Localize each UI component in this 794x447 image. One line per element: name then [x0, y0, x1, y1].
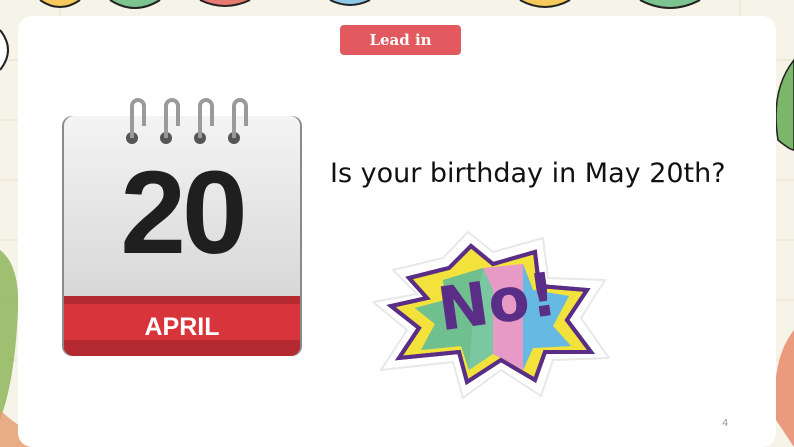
lead-in-badge: Lead in	[340, 25, 461, 55]
page-number: 4	[722, 418, 729, 429]
calendar-day: 20	[120, 147, 247, 279]
calendar-month: APRIL	[144, 313, 220, 341]
question-text: Is your birthday in May 20th?	[330, 158, 726, 189]
